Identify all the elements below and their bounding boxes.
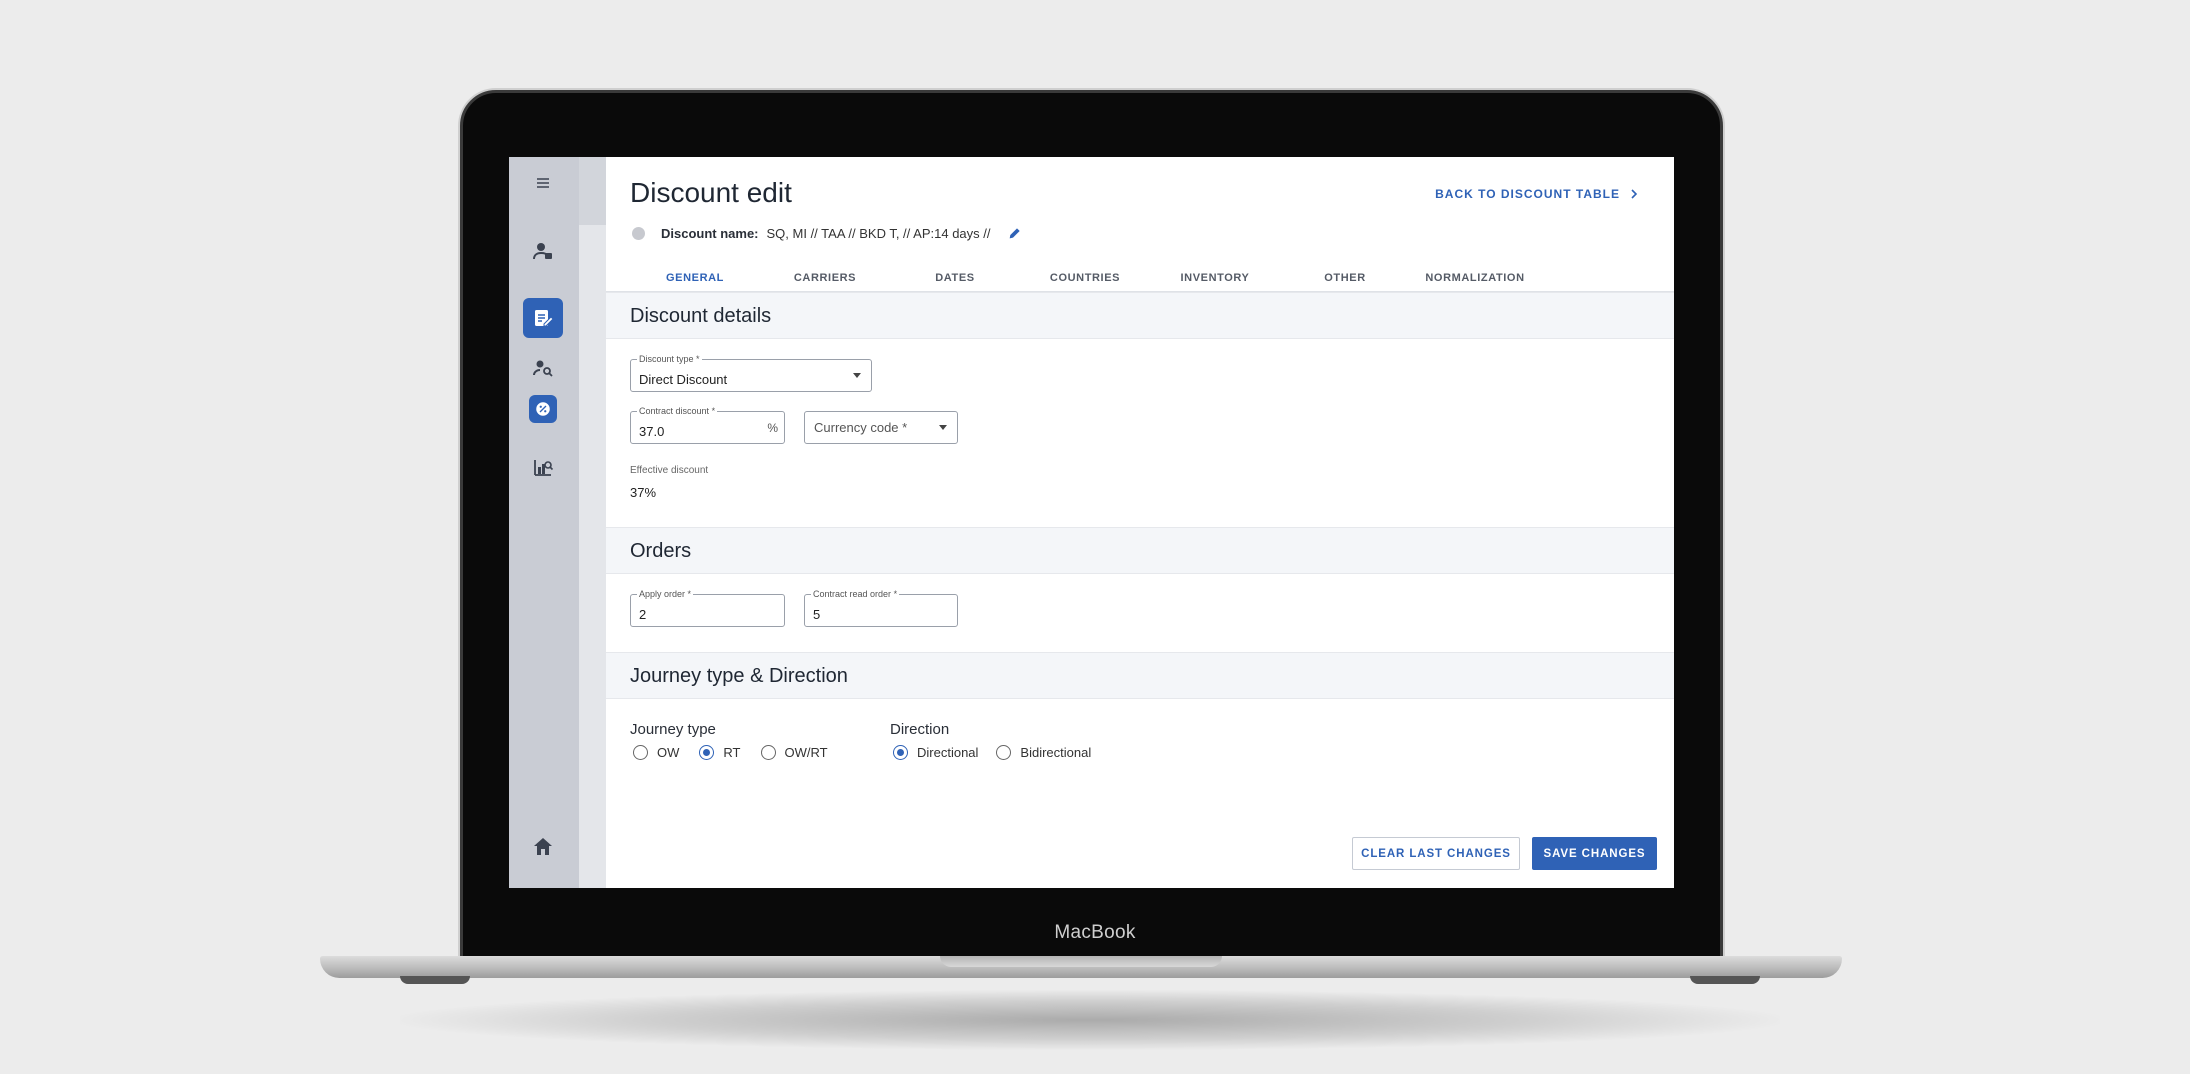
effective-discount-label: Effective discount bbox=[630, 465, 709, 476]
apply-order-value: 2 bbox=[639, 607, 647, 622]
reports-icon[interactable] bbox=[523, 447, 563, 487]
discount-name-row: Discount name: SQ, MI // TAA // BKD T, /… bbox=[632, 225, 1023, 241]
contract-read-order-value: 5 bbox=[813, 607, 821, 622]
sidebar-edge-top bbox=[579, 157, 606, 225]
back-to-table-link[interactable]: BACK TO DISCOUNT TABLE bbox=[1435, 187, 1638, 201]
discount-type-value: Direct Discount bbox=[639, 372, 728, 387]
radio-owrt-label: OW/RT bbox=[784, 745, 828, 760]
effective-discount-value: 37% bbox=[630, 485, 657, 500]
caret-down-icon bbox=[853, 373, 861, 378]
main-panel: Discount edit BACK TO DISCOUNT TABLE Dis… bbox=[606, 157, 1674, 888]
radio-ow[interactable] bbox=[633, 745, 648, 760]
user-search-icon[interactable] bbox=[523, 348, 563, 388]
clear-last-changes-button[interactable]: CLEAR LAST CHANGES bbox=[1352, 837, 1520, 870]
currency-code-select[interactable]: Currency code * bbox=[804, 411, 958, 444]
badge-percent-icon[interactable] bbox=[529, 395, 557, 423]
journey-type-group: OW RT OW/RT bbox=[633, 745, 848, 760]
apply-order-field[interactable]: Apply order * 2 bbox=[630, 589, 785, 627]
radio-ow-label: OW bbox=[657, 745, 680, 760]
radio-owrt[interactable] bbox=[760, 745, 776, 760]
radio-directional[interactable] bbox=[893, 745, 908, 760]
radio-bidirectional-label: Bidirectional bbox=[1020, 745, 1092, 760]
contract-read-order-label: Contract read order * bbox=[811, 589, 900, 599]
laptop-foot-right bbox=[1690, 976, 1760, 984]
journey-type-label: Journey type bbox=[630, 721, 716, 738]
discount-name-value: SQ, MI // TAA // BKD T, // AP:14 days // bbox=[766, 225, 991, 241]
laptop-brand-label: MacBook bbox=[1054, 922, 1136, 943]
discount-details-header: Discount details bbox=[606, 292, 1674, 339]
home-icon[interactable] bbox=[523, 827, 563, 867]
contract-discount-field[interactable]: Contract discount * 37.0 % bbox=[630, 406, 785, 444]
discount-type-select[interactable]: Discount type * Direct Discount bbox=[630, 354, 872, 392]
percent-suffix: % bbox=[767, 421, 778, 435]
contract-read-order-field[interactable]: Contract read order * 5 bbox=[804, 589, 958, 627]
journey-option-ow[interactable]: OW bbox=[633, 745, 679, 760]
discount-details-heading: Discount details bbox=[630, 305, 772, 327]
sidebar-edge bbox=[579, 157, 606, 888]
direction-group: Directional Bidirectional bbox=[893, 745, 1111, 760]
radio-rt[interactable] bbox=[699, 745, 715, 760]
apply-order-label: Apply order * bbox=[637, 589, 694, 599]
radio-rt-label: RT bbox=[723, 745, 741, 760]
discount-type-label: Discount type * bbox=[637, 354, 702, 364]
chevron-right-icon bbox=[1631, 189, 1638, 199]
laptop-base-notch bbox=[940, 956, 1222, 967]
direction-option-directional[interactable]: Directional bbox=[893, 745, 978, 760]
menu-icon[interactable] bbox=[523, 163, 563, 203]
caret-down-icon bbox=[939, 425, 947, 430]
laptop-shadow bbox=[400, 990, 1780, 1050]
app-screen: Discount edit BACK TO DISCOUNT TABLE Dis… bbox=[509, 157, 1674, 888]
discount-edit-icon[interactable] bbox=[523, 298, 563, 338]
currency-code-placeholder: Currency code * bbox=[814, 420, 908, 435]
radio-directional-label: Directional bbox=[917, 745, 979, 760]
pencil-icon[interactable] bbox=[1007, 225, 1023, 241]
discount-name-label: Discount name: bbox=[661, 225, 759, 241]
journey-option-owrt[interactable]: OW/RT bbox=[760, 745, 828, 760]
orders-header: Orders bbox=[606, 527, 1674, 574]
laptop-foot-left bbox=[400, 976, 470, 984]
user-settings-icon[interactable] bbox=[523, 231, 563, 271]
journey-header: Journey type & Direction bbox=[606, 652, 1674, 699]
laptop-mockup: MacBook Discount edit BACK TO DISCOUNT T… bbox=[0, 0, 2190, 1074]
save-changes-button[interactable]: SAVE CHANGES bbox=[1532, 837, 1657, 870]
journey-heading: Journey type & Direction bbox=[630, 665, 848, 687]
back-link-label: BACK TO DISCOUNT TABLE bbox=[1435, 187, 1620, 201]
page-title: Discount edit bbox=[630, 177, 792, 208]
journey-option-rt[interactable]: RT bbox=[699, 745, 741, 760]
status-dot bbox=[632, 226, 645, 240]
direction-option-bidirectional[interactable]: Bidirectional bbox=[996, 745, 1091, 760]
contract-discount-label: Contract discount * bbox=[637, 406, 718, 416]
radio-bidirectional[interactable] bbox=[996, 745, 1012, 760]
contract-discount-value: 37.0 bbox=[639, 424, 665, 439]
orders-heading: Orders bbox=[630, 540, 692, 562]
direction-label: Direction bbox=[890, 721, 950, 738]
sidebar bbox=[509, 157, 606, 888]
